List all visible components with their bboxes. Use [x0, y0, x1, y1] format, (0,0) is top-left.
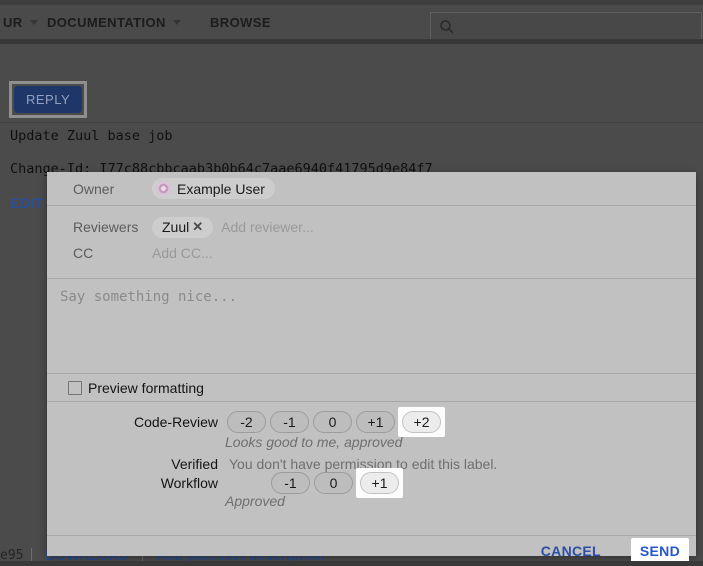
workflow-label: Workflow	[47, 475, 218, 491]
code-review-vote-0[interactable]: 0	[313, 411, 352, 433]
preview-formatting-label: Preview formatting	[88, 380, 204, 396]
send-button-highlight: SEND	[631, 538, 689, 564]
code-review-vote-minus2[interactable]: -2	[227, 411, 266, 433]
search-box[interactable]	[430, 12, 702, 41]
code-review-hint: Looks good to me, approved	[225, 435, 696, 450]
owner-label: Owner	[73, 181, 152, 197]
bottom-strip	[0, 561, 703, 566]
code-review-row: Code-Review -2 -1 0 +1 +2	[47, 411, 696, 433]
remove-reviewer-icon[interactable]: ✕	[192, 219, 203, 235]
chevron-down-icon	[30, 20, 38, 25]
preview-formatting-checkbox[interactable]	[68, 381, 82, 395]
nav-item-label: DOCUMENTATION	[47, 15, 166, 30]
edit-link[interactable]: EDIT	[10, 195, 44, 211]
add-reviewer-input[interactable]: Add reviewer...	[221, 219, 314, 235]
workflow-vote-minus1[interactable]: -1	[271, 472, 310, 494]
search-input[interactable]	[462, 18, 693, 35]
send-button[interactable]: SEND	[640, 543, 680, 559]
message-section	[47, 279, 696, 374]
reviewers-row: Reviewers Zuul ✕ Add reviewer...	[47, 215, 696, 239]
reviewer-chip[interactable]: Zuul ✕	[152, 217, 213, 238]
cc-row: CC Add CC...	[47, 241, 696, 265]
scores-section: Code-Review -2 -1 0 +1 +2 Looks good to …	[47, 402, 696, 536]
reviewers-label: Reviewers	[73, 219, 152, 235]
code-review-vote-plus2[interactable]: +2	[402, 411, 441, 433]
nav-item-your[interactable]: UR	[3, 5, 38, 39]
people-section: Reviewers Zuul ✕ Add reviewer... CC Add …	[47, 215, 696, 279]
verified-label: Verified	[47, 456, 218, 472]
workflow-hint: Approved	[225, 494, 696, 509]
search-icon	[439, 19, 455, 35]
owner-chip-name: Example User	[177, 181, 265, 197]
workflow-plus1-highlight: +1	[356, 468, 403, 498]
add-cc-input[interactable]: Add CC...	[152, 245, 213, 261]
reply-button[interactable]: REPLY	[14, 86, 82, 113]
owner-chip[interactable]: Example User	[152, 178, 275, 199]
header-divider	[0, 39, 703, 44]
cancel-button[interactable]: CANCEL	[535, 542, 607, 560]
code-review-vote-plus1[interactable]: +1	[356, 411, 395, 433]
code-review-plus2-highlight: +2	[398, 407, 445, 437]
nav-item-documentation[interactable]: DOCUMENTATION	[47, 5, 181, 39]
topbar: UR DOCUMENTATION BROWSE	[0, 5, 703, 39]
reply-button-highlight: REPLY	[9, 81, 87, 118]
divider	[31, 548, 32, 562]
avatar-icon	[156, 181, 171, 196]
code-review-vote-minus1[interactable]: -1	[270, 411, 309, 433]
nav-item-browse[interactable]: BROWSE	[210, 5, 271, 39]
workflow-row: Workflow -1 0 +1	[47, 472, 696, 494]
workflow-buttons: -1 0 +1	[271, 472, 402, 494]
reply-dialog: Owner Example User Reviewers Zuul ✕ Add …	[47, 172, 696, 556]
chevron-down-icon	[173, 20, 181, 25]
nav-item-label: UR	[3, 15, 23, 30]
reviewer-chip-name: Zuul	[162, 219, 189, 235]
cc-label: CC	[73, 245, 152, 261]
section-divider	[0, 122, 703, 123]
code-review-buttons: -2 -1 0 +1 +2	[227, 411, 444, 433]
reply-message-textarea[interactable]	[47, 279, 696, 373]
nav-item-label: BROWSE	[210, 15, 271, 30]
commit-message-title: Update Zuul base job	[10, 128, 173, 144]
owner-row: Owner Example User	[47, 172, 696, 206]
workflow-vote-0[interactable]: 0	[314, 472, 353, 494]
gerrit-change-screen: UR DOCUMENTATION BROWSE REPLY Update Zuu…	[0, 0, 703, 566]
code-review-label: Code-Review	[47, 414, 218, 430]
preview-formatting-row: Preview formatting	[47, 374, 696, 402]
workflow-vote-plus1[interactable]: +1	[360, 472, 399, 494]
